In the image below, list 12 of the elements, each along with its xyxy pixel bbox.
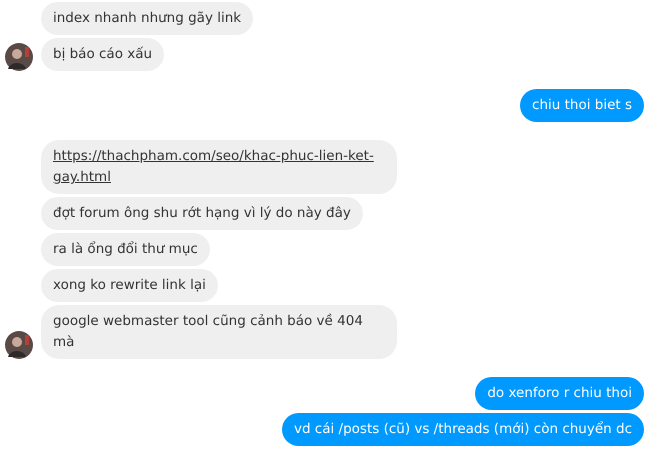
message-bubble: xong ko rewrite link lại: [41, 269, 218, 302]
message-bubble: đợt forum ông shu rớt hạng vì lý do này đây: [41, 197, 363, 230]
avatar-icon: [5, 43, 33, 71]
message-bubble: do xenforo r chiu thoi: [475, 377, 644, 410]
avatar-icon: [5, 331, 33, 359]
message-bubble: google webmaster tool cũng cảnh báo về 404 mà: [41, 305, 397, 359]
message-bubble: chiu thoi biet s: [520, 89, 644, 122]
message-bubble: index nhanh nhưng gãy link: [41, 2, 254, 35]
message-bubble: ra là ổng đổi thư mục: [41, 233, 210, 266]
message-bubble: bị báo cáo xấu: [41, 38, 164, 71]
link-message[interactable]: https://thachpham.com/seo/khac-phuc-lien-ket-gay.html: [41, 140, 397, 194]
message-bubble: vd cái /posts (cũ) vs /threads (mới) còn chuyển dc: [282, 413, 644, 446]
